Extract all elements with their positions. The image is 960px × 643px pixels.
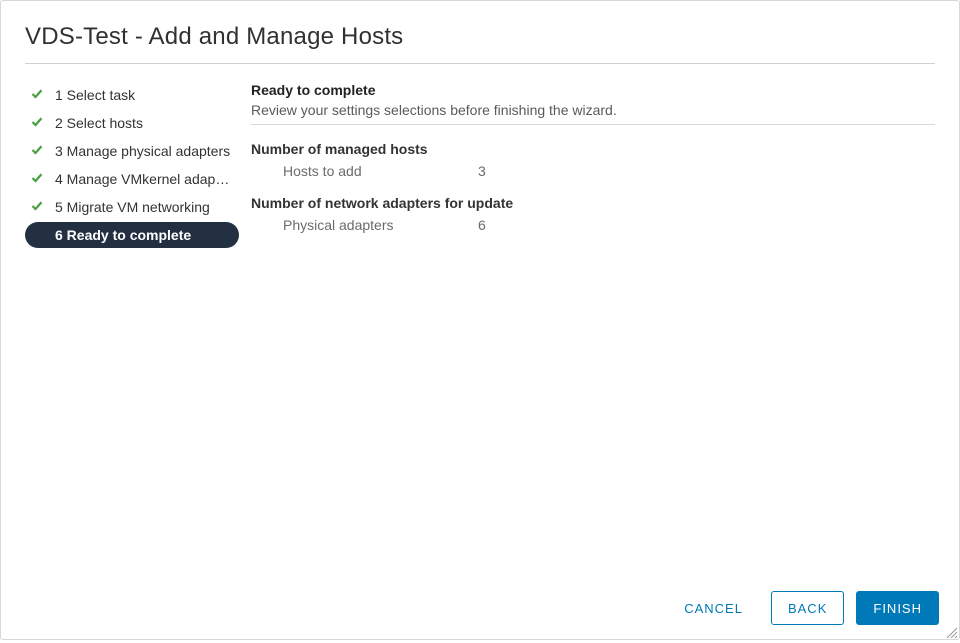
wizard-content: Ready to complete Review your settings s… [251, 80, 935, 577]
row-key: Physical adapters [283, 217, 478, 233]
row-value: 6 [478, 217, 486, 233]
dialog-footer: CANCEL BACK FINISH [1, 577, 959, 639]
check-icon [31, 199, 47, 215]
row-key: Hosts to add [283, 163, 478, 179]
step-label: 3 Manage physical adapters [55, 143, 230, 159]
resize-grip-icon[interactable] [945, 625, 957, 637]
check-icon [31, 143, 47, 159]
wizard-step-manage-physical-adapters[interactable]: 3 Manage physical adapters [25, 138, 239, 164]
step-label: 6 Ready to complete [55, 227, 191, 243]
content-heading: Ready to complete [251, 82, 935, 98]
finish-button[interactable]: FINISH [856, 591, 939, 625]
group-title: Number of network adapters for update [251, 195, 935, 211]
dialog-title: VDS-Test - Add and Manage Hosts [25, 23, 935, 51]
group-title: Number of managed hosts [251, 141, 935, 157]
wizard-step-select-task[interactable]: 1 Select task [25, 82, 239, 108]
dialog-header: VDS-Test - Add and Manage Hosts [1, 1, 959, 57]
wizard-step-migrate-vm-networking[interactable]: 5 Migrate VM networking [25, 194, 239, 220]
dialog-body: 1 Select task 2 Select hosts 3 Manage ph… [1, 64, 959, 577]
check-icon [31, 171, 47, 187]
summary-group-managed-hosts: Number of managed hosts Hosts to add 3 [251, 141, 935, 181]
content-divider [251, 124, 935, 125]
summary-row: Physical adapters 6 [251, 215, 935, 235]
summary-group-network-adapters: Number of network adapters for update Ph… [251, 195, 935, 235]
step-label: 4 Manage VMkernel adapt… [55, 171, 231, 187]
wizard-steps: 1 Select task 2 Select hosts 3 Manage ph… [25, 80, 239, 577]
row-value: 3 [478, 163, 486, 179]
check-icon [31, 115, 47, 131]
wizard-step-ready-to-complete[interactable]: 6 Ready to complete [25, 222, 239, 248]
step-label: 2 Select hosts [55, 115, 143, 131]
step-label: 5 Migrate VM networking [55, 199, 210, 215]
summary-row: Hosts to add 3 [251, 161, 935, 181]
wizard-step-select-hosts[interactable]: 2 Select hosts [25, 110, 239, 136]
step-label: 1 Select task [55, 87, 135, 103]
cancel-button[interactable]: CANCEL [668, 591, 759, 625]
content-description: Review your settings selections before f… [251, 102, 935, 118]
check-icon [31, 87, 47, 103]
wizard-dialog: VDS-Test - Add and Manage Hosts 1 Select… [1, 1, 959, 639]
back-button[interactable]: BACK [771, 591, 844, 625]
wizard-step-manage-vmkernel-adapters[interactable]: 4 Manage VMkernel adapt… [25, 166, 239, 192]
